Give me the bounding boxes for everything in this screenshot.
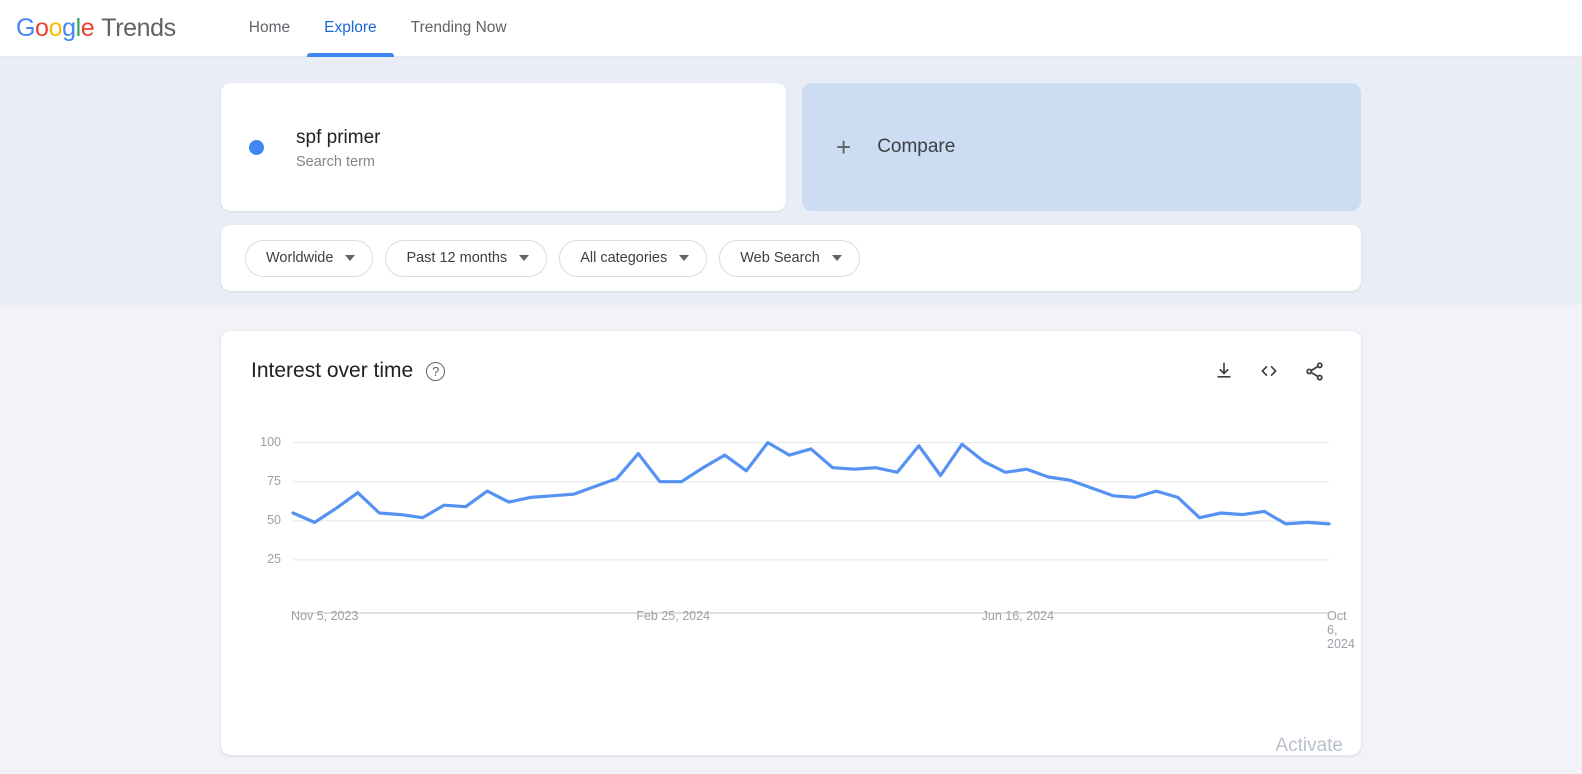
nav-item-trending-now[interactable]: Trending Now bbox=[394, 0, 524, 57]
search-term-text: spf primer Search term bbox=[296, 125, 380, 170]
google-wordmark: Google bbox=[16, 13, 95, 42]
nav-item-explore[interactable]: Explore bbox=[307, 0, 394, 57]
search-term-card[interactable]: spf primer Search term bbox=[221, 83, 786, 211]
filter-category[interactable]: All categories bbox=[559, 239, 708, 277]
filter-location[interactable]: Worldwide bbox=[245, 239, 374, 277]
query-band: spf primer Search term + Compare Worldwi… bbox=[0, 57, 1582, 305]
x-axis-tick-label: Nov 5, 2023 bbox=[291, 609, 359, 623]
chart-title-group: Interest over time ? bbox=[251, 359, 446, 383]
top-navigation-bar: Google Trends Home Explore Trending Now bbox=[0, 0, 1582, 57]
interest-over-time-plot[interactable]: 100 75 50 25 Nov 5, 2023 Feb 25, 2024 Jun 16,… bbox=[251, 417, 1355, 667]
y-axis-tick-label: 50 bbox=[267, 512, 281, 527]
y-axis-tick-label: 75 bbox=[267, 473, 281, 488]
page-body: Interest over time ? 100 75 50 25 Nov 5,… bbox=[0, 305, 1582, 756]
chevron-down-icon bbox=[679, 255, 690, 261]
nav-items: Home Explore Trending Now bbox=[232, 0, 524, 57]
interest-over-time-card: Interest over time ? 100 75 50 25 Nov 5,… bbox=[221, 331, 1361, 756]
x-axis-tick-label: Feb 25, 2024 bbox=[636, 609, 710, 623]
chart-header: Interest over time ? bbox=[251, 359, 1331, 383]
query-band-content: spf primer Search term + Compare Worldwi… bbox=[221, 83, 1361, 291]
filter-time-range[interactable]: Past 12 months bbox=[385, 239, 548, 277]
search-term-subtitle: Search term bbox=[296, 153, 375, 170]
product-name-trends: Trends bbox=[101, 13, 176, 42]
chart-actions bbox=[1214, 361, 1331, 382]
help-icon[interactable]: ? bbox=[426, 361, 446, 381]
filter-search-type[interactable]: Web Search bbox=[719, 239, 860, 277]
nav-item-home[interactable]: Home bbox=[232, 0, 307, 57]
filter-category-label: All categories bbox=[580, 250, 668, 266]
share-icon[interactable] bbox=[1304, 361, 1325, 382]
y-axis-tick-label: 25 bbox=[267, 551, 281, 566]
filter-location-label: Worldwide bbox=[266, 250, 334, 266]
series-color-dot-icon bbox=[249, 139, 264, 155]
x-axis-tick-label: Oct 6, 2024 bbox=[1327, 609, 1355, 651]
chart-svg bbox=[291, 441, 1331, 614]
filter-time-range-label: Past 12 months bbox=[406, 250, 508, 266]
chevron-down-icon bbox=[831, 255, 842, 261]
chart-title: Interest over time bbox=[251, 359, 414, 382]
compare-label: Compare bbox=[877, 136, 956, 157]
filter-bar: Worldwide Past 12 months All categories … bbox=[221, 225, 1361, 291]
chevron-down-icon bbox=[519, 255, 530, 261]
plus-icon: + bbox=[836, 132, 852, 162]
y-axis-tick-label: 100 bbox=[260, 434, 281, 449]
google-trends-logo[interactable]: Google Trends bbox=[16, 14, 176, 43]
x-axis-tick-label: Jun 16, 2024 bbox=[981, 609, 1054, 623]
search-term-title: spf primer bbox=[296, 126, 381, 148]
nav-item-home-label: Home bbox=[248, 19, 291, 36]
activation-watermark: Activate bbox=[1275, 735, 1343, 756]
chevron-down-icon bbox=[345, 255, 356, 261]
search-term-row: spf primer Search term + Compare bbox=[221, 83, 1361, 211]
series-line-spf-primer bbox=[291, 441, 1331, 526]
filter-search-type-label: Web Search bbox=[740, 250, 820, 266]
code-icon[interactable] bbox=[1258, 361, 1280, 381]
nav-item-trending-now-label: Trending Now bbox=[410, 19, 507, 36]
nav-item-explore-label: Explore bbox=[324, 19, 377, 36]
compare-card[interactable]: + Compare bbox=[802, 83, 1361, 211]
download-icon[interactable] bbox=[1214, 361, 1234, 381]
